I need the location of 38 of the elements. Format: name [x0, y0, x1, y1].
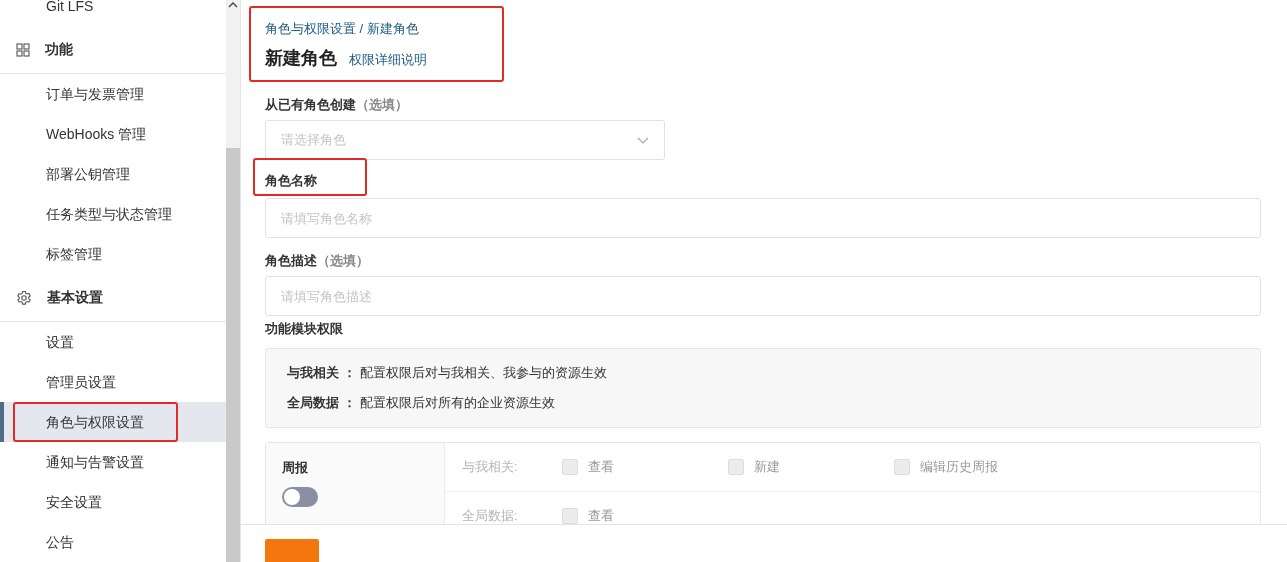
field-label: 角色名称: [253, 158, 367, 196]
field-label: 角色描述（选填）: [265, 252, 369, 270]
field-label: 从已有角色创建（选填）: [265, 96, 408, 114]
scrollbar-thumb[interactable]: [226, 148, 240, 562]
sidebar-item[interactable]: 部署公钥管理: [0, 154, 226, 194]
sidebar-item[interactable]: 设置: [0, 322, 226, 362]
sidebar-item[interactable]: Git LFS: [0, 0, 226, 26]
section-title: 功能模块权限: [265, 320, 343, 338]
sidebar-item[interactable]: 任务类型与状态管理: [0, 194, 226, 234]
scrollbar[interactable]: [226, 0, 241, 562]
scroll-up-icon[interactable]: [228, 2, 238, 8]
info-text: 配置权限后对所有的企业资源生效: [359, 395, 555, 410]
scope-label: 全局数据:: [462, 507, 519, 524]
sidebar-item[interactable]: 管理员设置: [0, 362, 226, 402]
input-field[interactable]: 请填写角色名称: [265, 198, 1261, 238]
breadcrumb[interactable]: 角色与权限设置 / 新建角色: [265, 20, 486, 38]
info-term: 与我相关 ：: [287, 365, 356, 380]
settings-icon: [16, 289, 32, 306]
sidebar-item[interactable]: 安全设置: [0, 482, 226, 522]
sidebar-item[interactable]: 角色与权限设置: [0, 402, 226, 442]
sidebar-item[interactable]: 订单与发票管理: [0, 74, 226, 114]
page-title: 新建角色: [265, 47, 337, 70]
info-term: 全局数据 ：: [287, 395, 356, 410]
sidebar-item[interactable]: 标签管理: [0, 234, 226, 274]
submit-button[interactable]: [265, 539, 319, 562]
module-name: 周报: [282, 459, 309, 477]
group-title: 功能: [45, 40, 73, 59]
input-field[interactable]: 请填写角色描述: [265, 276, 1261, 316]
chevron-down-icon: [637, 136, 649, 144]
info-text: 配置权限后对与我相关、我参与的资源生效: [359, 365, 607, 380]
help-link[interactable]: 权限详细说明: [349, 51, 427, 69]
sidebar-item[interactable]: 公告: [0, 522, 226, 562]
group-title: 基本设置: [47, 288, 103, 307]
sidebar-item[interactable]: 通知与告警设置: [0, 442, 226, 482]
sidebar-item[interactable]: WebHooks 管理: [0, 114, 226, 154]
scope-label: 与我相关:: [462, 458, 519, 476]
toggle-switch[interactable]: [282, 487, 318, 507]
grid-icon: [16, 42, 30, 57]
